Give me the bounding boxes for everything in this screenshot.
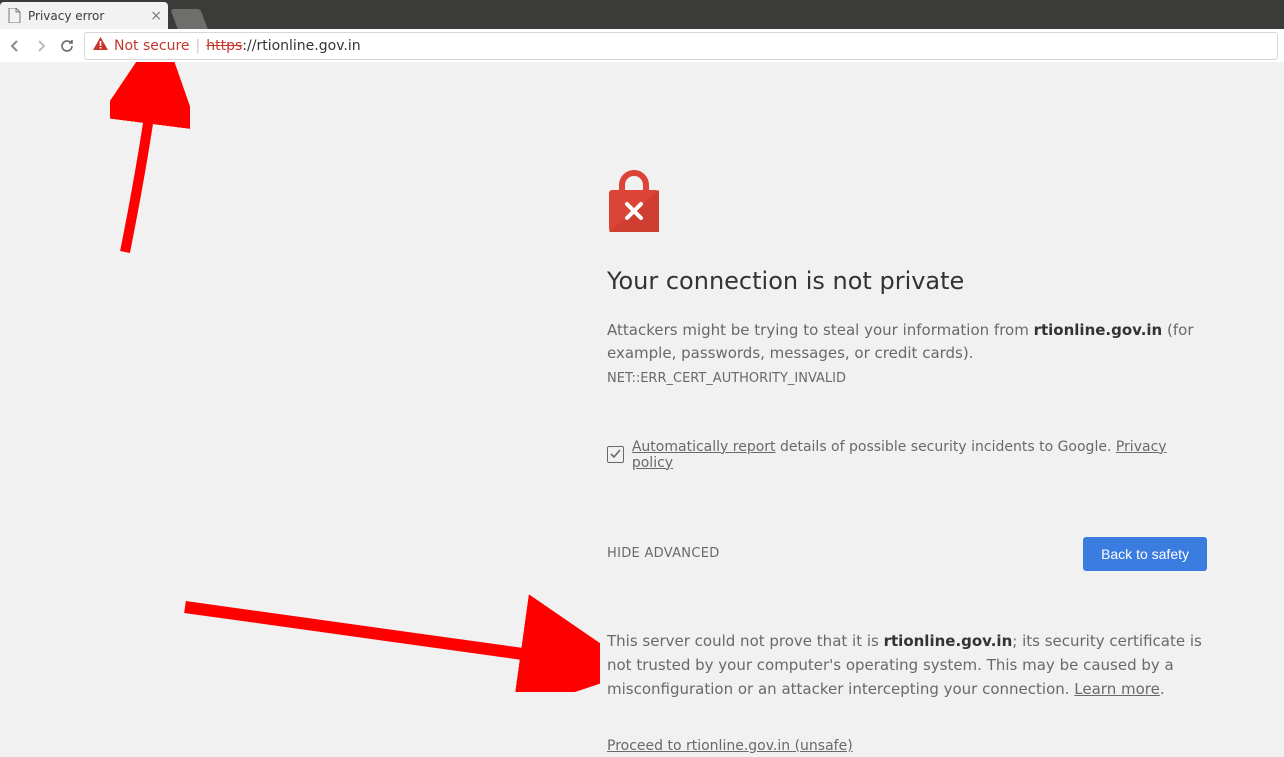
annotation-arrow-icon	[180, 592, 600, 692]
error-domain: rtionline.gov.in	[1034, 321, 1163, 339]
ssl-error-lock-icon	[607, 170, 1207, 237]
browser-tab-active[interactable]: Privacy error ×	[0, 2, 168, 29]
document-icon	[8, 8, 21, 23]
error-body: Attackers might be trying to steal your …	[607, 319, 1207, 389]
browser-toolbar: Not secure | https://rtionline.gov.in	[0, 29, 1284, 63]
browser-tab-strip: Privacy error ×	[0, 0, 1284, 29]
auto-report-checkbox[interactable]	[607, 446, 624, 463]
warning-triangle-icon	[93, 37, 108, 55]
url-remainder: ://rtionline.gov.in	[242, 38, 360, 54]
tab-title: Privacy error	[28, 9, 104, 23]
period: .	[1160, 680, 1165, 698]
error-body-prefix: Attackers might be trying to steal your …	[607, 321, 1034, 339]
proceed-unsafe-link[interactable]: Proceed to rtionline.gov.in (unsafe)	[607, 735, 853, 757]
advanced-domain: rtionline.gov.in	[884, 632, 1013, 650]
advanced-prefix: This server could not prove that it is	[607, 632, 884, 650]
url-protocol-struck: https	[206, 38, 242, 54]
back-to-safety-button[interactable]: Back to safety	[1083, 537, 1207, 571]
reload-button[interactable]	[58, 38, 76, 54]
close-icon[interactable]: ×	[150, 9, 162, 23]
auto-report-row: Automatically report details of possible…	[607, 439, 1207, 471]
learn-more-link[interactable]: Learn more	[1074, 680, 1160, 698]
url-text: https://rtionline.gov.in	[206, 38, 360, 54]
annotation-arrow-icon	[110, 62, 190, 282]
address-bar[interactable]: Not secure | https://rtionline.gov.in	[84, 32, 1278, 60]
security-status-label: Not secure	[114, 38, 190, 54]
auto-report-link[interactable]: Automatically report	[632, 439, 776, 455]
hide-advanced-button[interactable]: HIDE ADVANCED	[607, 546, 720, 561]
auto-report-suffix: details of possible security incidents t…	[776, 439, 1116, 455]
auto-report-text: Automatically report details of possible…	[632, 439, 1207, 471]
forward-button[interactable]	[32, 38, 50, 54]
back-button[interactable]	[6, 38, 24, 54]
error-code: NET::ERR_CERT_AUTHORITY_INVALID	[607, 371, 846, 386]
error-heading: Your connection is not private	[607, 267, 1207, 295]
new-tab-button[interactable]	[170, 9, 207, 29]
separator: |	[196, 38, 201, 54]
button-row: HIDE ADVANCED Back to safety	[607, 537, 1207, 571]
page-content: Your connection is not private Attackers…	[0, 62, 1284, 738]
